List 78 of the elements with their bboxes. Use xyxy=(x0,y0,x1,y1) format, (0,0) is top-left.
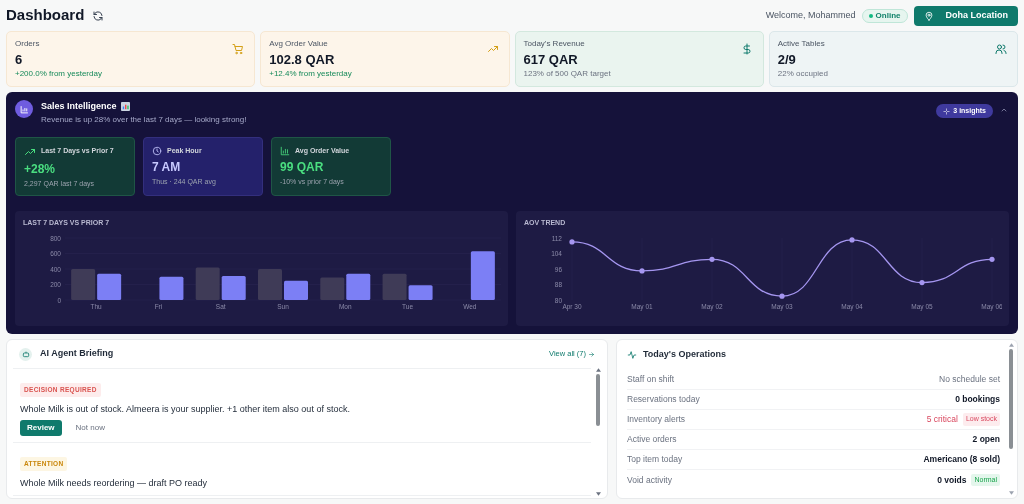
data-point xyxy=(989,256,995,262)
bar-chart-icon xyxy=(280,145,290,156)
stat-value: 99 QAR xyxy=(280,159,324,175)
kpi-label: Avg Order Value xyxy=(269,39,328,49)
briefing-text: Whole Milk is out of stock. Almeera is your supplier. +1 other item also out of stock. xyxy=(20,403,350,415)
kpi-value: 2/9 xyxy=(777,51,796,68)
row-label: Top item today xyxy=(627,453,683,466)
row-label: Staff on shift xyxy=(627,373,675,386)
bar xyxy=(159,276,184,300)
cart-icon xyxy=(232,43,245,55)
row-value: Americano (8 sold) xyxy=(923,453,1000,466)
stat-value: 7 AM xyxy=(152,159,181,175)
refresh-icon xyxy=(92,9,105,22)
panel-title: Sales Intelligence xyxy=(41,100,117,113)
kpi-note: 123% of 500 QAR target xyxy=(523,68,611,79)
kpi-note: +200.0% from yesterday xyxy=(15,68,102,79)
users-icon xyxy=(995,43,1007,55)
card-title: AI Agent Briefing xyxy=(40,347,114,361)
bar xyxy=(221,276,246,300)
data-point xyxy=(569,239,575,245)
card-title: Today's Operations xyxy=(643,348,726,362)
panel-subtitle: Revenue is up 28% over the last 7 days — looking strong! xyxy=(41,113,247,125)
bar xyxy=(346,273,371,300)
scroll-up-icon[interactable] xyxy=(595,368,601,372)
robot-icon xyxy=(19,347,32,361)
bar xyxy=(97,273,122,300)
kpi-value: 102.8 QAR xyxy=(269,51,335,68)
kpi-value: 617 QAR xyxy=(523,51,578,68)
kpi-label: Active Tables xyxy=(777,39,825,49)
row-value: 0 voids xyxy=(937,473,967,487)
bar xyxy=(258,269,282,300)
row-label: Inventory alerts xyxy=(627,413,686,426)
location-button[interactable]: Doha Location xyxy=(913,5,1018,26)
briefing-text: Whole Milk needs reordering — draft PO ready xyxy=(20,477,208,489)
clock-icon xyxy=(152,145,162,156)
bar xyxy=(470,251,495,300)
bar xyxy=(284,280,308,300)
data-point xyxy=(639,268,645,274)
stat-value: +28% xyxy=(24,160,56,177)
sparkle-icon xyxy=(943,107,951,115)
data-point xyxy=(849,237,855,243)
refresh-button[interactable] xyxy=(92,9,105,22)
kpi-value: 6 xyxy=(15,51,23,68)
activity-icon xyxy=(627,350,637,360)
row-label: Reservations today xyxy=(627,393,700,406)
bar xyxy=(71,269,96,300)
location-pin-icon xyxy=(923,10,934,21)
row-value: 5 critical xyxy=(926,413,958,426)
kpi-note: 22% occupied xyxy=(777,68,828,79)
kpi-label: Orders xyxy=(15,39,40,49)
scroll-down-icon[interactable] xyxy=(595,492,601,496)
kpi-note: +12.4% from yesterday xyxy=(269,68,352,79)
row-value: 2 open xyxy=(972,433,1000,446)
bar-chart-icon xyxy=(120,102,130,112)
row-label: Void activity xyxy=(627,473,672,487)
row-value: No schedule set xyxy=(939,373,1000,386)
scroll-down-icon[interactable] xyxy=(1008,491,1014,495)
scrollbar-thumb[interactable] xyxy=(596,374,600,426)
kpi-label: Today's Revenue xyxy=(523,39,585,49)
status-badge: Online xyxy=(861,8,908,23)
trending-up-icon xyxy=(486,43,499,55)
bar xyxy=(195,267,220,300)
chart-avatar-icon xyxy=(15,100,33,118)
not-now-button[interactable]: Not now xyxy=(75,422,105,434)
data-point xyxy=(709,256,715,262)
page-title: Dashboard xyxy=(6,5,85,26)
scroll-up-icon[interactable] xyxy=(1008,343,1014,347)
data-point xyxy=(919,279,925,286)
dollar-icon xyxy=(740,43,753,55)
scrollbar-thumb[interactable] xyxy=(1009,349,1013,449)
data-point xyxy=(779,293,785,299)
row-label: Active orders xyxy=(627,433,677,446)
bar xyxy=(320,277,345,300)
chevron-up-icon xyxy=(1000,106,1008,114)
welcome-text: Welcome, Mohammed xyxy=(765,8,856,22)
row-value: 0 bookings xyxy=(955,393,1000,406)
arrow-right-icon xyxy=(588,350,595,358)
review-button[interactable]: Review xyxy=(20,420,62,436)
